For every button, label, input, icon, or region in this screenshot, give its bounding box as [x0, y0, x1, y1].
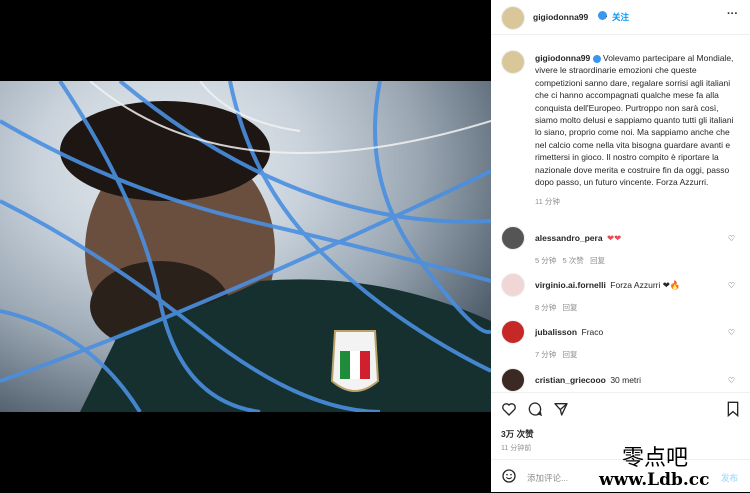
comment-like-icon[interactable]: ♡ — [728, 281, 735, 290]
comment-likes[interactable]: 5 次赞 — [563, 256, 584, 265]
post-photo[interactable] — [0, 81, 491, 412]
reply-button[interactable]: 回复 — [563, 303, 578, 312]
comment-icon[interactable] — [527, 401, 543, 417]
comment-time: 8 分钟 — [535, 303, 557, 312]
like-count[interactable]: 3万 次赞 — [501, 428, 534, 440]
comment-username[interactable]: alessandro_pera — [535, 233, 603, 243]
more-options-icon[interactable]: ··· — [727, 8, 738, 20]
post-header: gigiodonna99 · 关注 ··· — [491, 0, 750, 35]
follow-button[interactable]: 关注 — [612, 11, 629, 23]
comment-text: 30 metri — [610, 375, 642, 385]
comment-username[interactable]: jubalisson — [535, 327, 577, 337]
caption-text: Volevamo partecipare al Mondiale, vivere… — [535, 53, 734, 188]
comment-username[interactable]: virginio.ai.fornelli — [535, 280, 606, 290]
post-media — [0, 0, 491, 492]
watermark-title: 零点吧 — [622, 446, 689, 471]
comment-like-icon[interactable]: ♡ — [728, 376, 735, 385]
reply-button[interactable]: 回复 — [590, 256, 605, 265]
caption-time: 11 分钟 — [535, 197, 560, 207]
post-side-panel: gigiodonna99 · 关注 ··· gigiodonna99 Volev… — [491, 0, 750, 492]
reply-button[interactable]: 回复 — [563, 350, 578, 359]
bookmark-icon[interactable] — [726, 401, 740, 417]
post-time: 11 分钟前 — [501, 445, 532, 452]
emoji-icon[interactable] — [501, 468, 517, 484]
comment-avatar[interactable] — [501, 226, 525, 250]
comment-avatar[interactable] — [501, 320, 525, 344]
author-avatar[interactable] — [501, 6, 525, 30]
comment-avatar[interactable] — [501, 368, 525, 392]
comment-avatar[interactable] — [501, 273, 525, 297]
share-icon[interactable] — [553, 401, 569, 417]
comment-like-icon[interactable]: ♡ — [728, 234, 735, 243]
comment-like-icon[interactable]: ♡ — [728, 328, 735, 337]
photo-illustration — [0, 81, 491, 412]
heart-icon[interactable] — [501, 401, 517, 417]
comment-text: Fraco — [581, 327, 604, 337]
watermark-url: www.Ldb.cc — [599, 470, 710, 490]
comment-username[interactable]: cristian_griecooo — [535, 375, 606, 385]
caption-username[interactable]: gigiodonna99 — [535, 53, 590, 63]
comment-text: ❤❤ — [607, 233, 622, 243]
comment-time: 5 分钟 — [535, 256, 557, 265]
author-username[interactable]: gigiodonna99 — [533, 12, 588, 22]
comment-input[interactable]: 添加评论... — [527, 472, 568, 484]
caption-avatar[interactable] — [501, 50, 525, 74]
comment-text: Forza Azzurri ❤🔥 — [610, 280, 681, 290]
verified-icon — [592, 54, 601, 63]
comment-time: 7 分钟 — [535, 350, 557, 359]
post-comment-button[interactable]: 发布 — [721, 472, 738, 484]
